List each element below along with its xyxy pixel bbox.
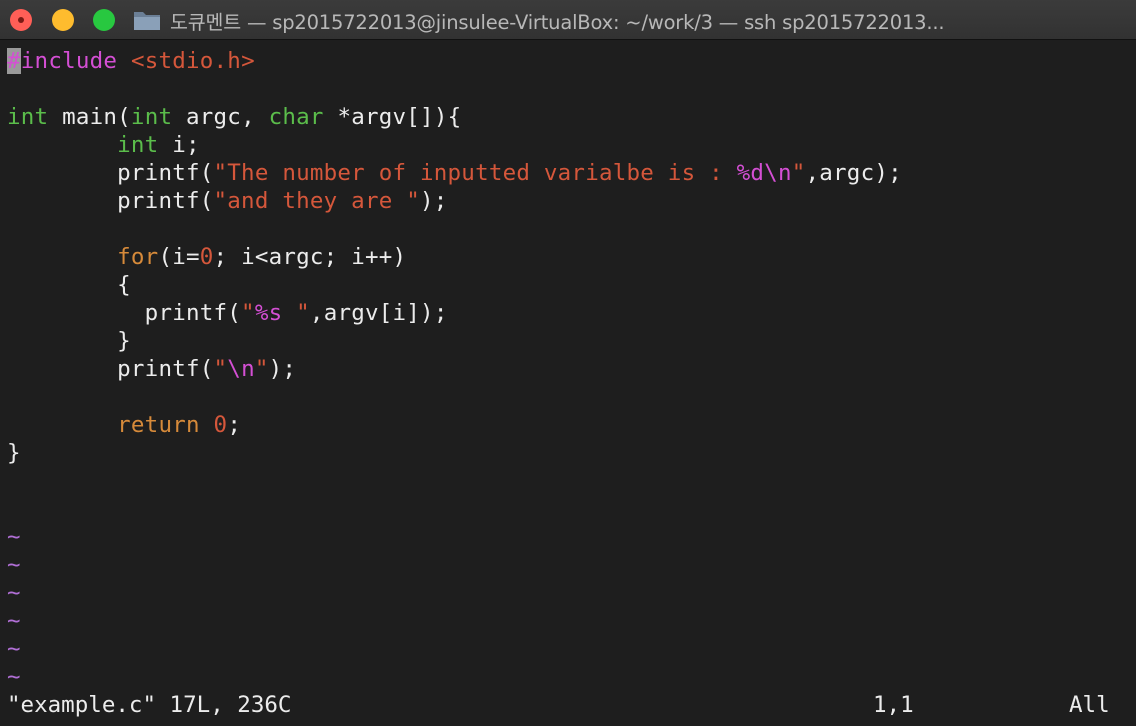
empty-line-marker: ~ — [7, 636, 21, 662]
window-title: 도큐멘트 — sp2015722013@jinsulee-VirtualBox:… — [170, 10, 945, 34]
code-line: } — [7, 440, 21, 466]
code-line: for(i=0; i<argc; i++) — [117, 244, 407, 270]
empty-line-marker: ~ — [7, 580, 21, 606]
scroll-position: All — [1069, 692, 1110, 718]
code-line: } — [117, 328, 131, 354]
close-window-button[interactable] — [10, 9, 32, 31]
title-bar[interactable]: 도큐멘트 — sp2015722013@jinsulee-VirtualBox:… — [0, 0, 1136, 40]
code-line: int i; — [117, 132, 200, 158]
code-line: printf("\n"); — [117, 356, 297, 382]
text-cursor: # — [7, 48, 21, 74]
code-line: return 0; — [117, 412, 242, 438]
vim-editor[interactable]: #include <stdio.h> int main(int argc, ch… — [0, 40, 1136, 726]
cursor-position: 1,1 — [873, 692, 914, 718]
minimize-window-button[interactable] — [52, 9, 74, 31]
code-line: #include <stdio.h> — [7, 48, 255, 74]
empty-line-marker: ~ — [7, 608, 21, 634]
code-line: { — [117, 272, 131, 298]
code-line: printf("and they are "); — [117, 188, 448, 214]
code-buffer[interactable]: #include <stdio.h> int main(int argc, ch… — [7, 47, 902, 691]
maximize-window-button[interactable] — [93, 9, 115, 31]
file-info: "example.c" 17L, 236C — [7, 692, 292, 718]
code-line: printf("%s ",argv[i]); — [144, 300, 448, 326]
empty-line-marker: ~ — [7, 524, 21, 550]
terminal-window: 도큐멘트 — sp2015722013@jinsulee-VirtualBox:… — [0, 0, 1136, 726]
code-line: printf("The number of inputted varialbe … — [117, 160, 902, 186]
status-line: "example.c" 17L, 236C 1,1 All — [0, 691, 1136, 719]
empty-line-marker: ~ — [7, 552, 21, 578]
folder-icon — [134, 12, 160, 30]
empty-line-marker: ~ — [7, 664, 21, 690]
code-line: int main(int argc, char *argv[]){ — [7, 104, 462, 130]
